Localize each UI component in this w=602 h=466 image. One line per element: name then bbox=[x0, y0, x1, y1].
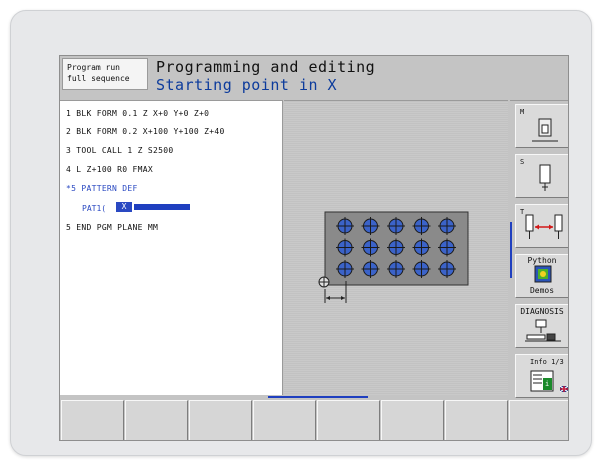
softkey-bottom-4[interactable] bbox=[253, 400, 316, 440]
softkey-bottom-1[interactable] bbox=[61, 400, 124, 440]
spindle-icon bbox=[539, 164, 551, 191]
softkey-scroll-indicator bbox=[510, 222, 512, 278]
softkey-s-label: S bbox=[520, 158, 525, 166]
softkey-bottom-5[interactable] bbox=[317, 400, 380, 440]
softkey-bottom-3[interactable] bbox=[189, 400, 252, 440]
dialog-prompt: Starting point in X bbox=[156, 76, 338, 94]
page-title: Programming and editing bbox=[156, 58, 376, 76]
pattern-graphic bbox=[318, 211, 469, 303]
hole-pattern bbox=[336, 217, 456, 278]
header-bar: Program run full sequence Programming an… bbox=[60, 56, 568, 98]
softkey-demos-label: Demos bbox=[529, 286, 555, 295]
device-frame: Program run full sequence Programming an… bbox=[10, 10, 592, 456]
pattern-axis-cursor[interactable]: X bbox=[116, 202, 132, 212]
softkey-bottom-2[interactable] bbox=[125, 400, 188, 440]
program-editor[interactable]: 1 BLK FORM 0.1 Z X+0 Y+0 Z+0 2 BLK FORM … bbox=[60, 100, 283, 395]
softkey-t[interactable]: T bbox=[515, 204, 568, 248]
softkey-m-label: M bbox=[520, 108, 525, 116]
softkey-diagnosis[interactable]: DIAGNOSIS bbox=[515, 304, 568, 348]
softkey-bottom-8[interactable] bbox=[509, 400, 568, 440]
softkey-diagnosis-label: DIAGNOSIS bbox=[520, 307, 564, 316]
help-graphic-pane bbox=[284, 100, 508, 395]
info-badge: i bbox=[545, 380, 550, 388]
mode-line-1: Program run bbox=[67, 63, 120, 72]
softkey-bottom-7[interactable] bbox=[445, 400, 508, 440]
softkey-s[interactable]: S bbox=[515, 154, 568, 198]
pattern-input-field[interactable] bbox=[134, 204, 190, 210]
softkey-row-indicator bbox=[268, 396, 368, 398]
program-line-3[interactable]: 3 TOOL CALL 1 Z S2500 bbox=[66, 146, 173, 155]
softkey-m[interactable]: M bbox=[515, 104, 568, 148]
program-line-1[interactable]: 1 BLK FORM 0.1 Z X+0 Y+0 Z+0 bbox=[66, 109, 209, 118]
diagnosis-icon bbox=[525, 319, 561, 342]
program-line-2[interactable]: 2 BLK FORM 0.2 X+100 Y+100 Z+40 bbox=[66, 127, 225, 136]
control-screen: Program run full sequence Programming an… bbox=[59, 55, 569, 441]
pattern-label: PAT1( bbox=[82, 204, 107, 213]
info-icon bbox=[530, 370, 554, 392]
softkey-python-demos[interactable]: Python Demos bbox=[515, 254, 568, 298]
softkey-python-label: Python bbox=[527, 256, 557, 265]
program-line-5-active[interactable]: *5 PATTERN DEF bbox=[66, 184, 138, 193]
program-line-end[interactable]: 5 END PGM PLANE MM bbox=[66, 223, 158, 232]
tool-change-icon bbox=[525, 214, 563, 239]
operating-mode-box[interactable]: Program run full sequence bbox=[62, 58, 148, 90]
python-icon bbox=[534, 265, 552, 283]
mode-line-2: full sequence bbox=[67, 74, 130, 83]
language-flag-icon bbox=[560, 386, 568, 392]
softkey-info-label: Info 1/3 bbox=[530, 358, 564, 366]
machine-mode-icon bbox=[532, 118, 558, 142]
program-line-4[interactable]: 4 L Z+100 R0 FMAX bbox=[66, 165, 153, 174]
softkey-bottom-6[interactable] bbox=[381, 400, 444, 440]
